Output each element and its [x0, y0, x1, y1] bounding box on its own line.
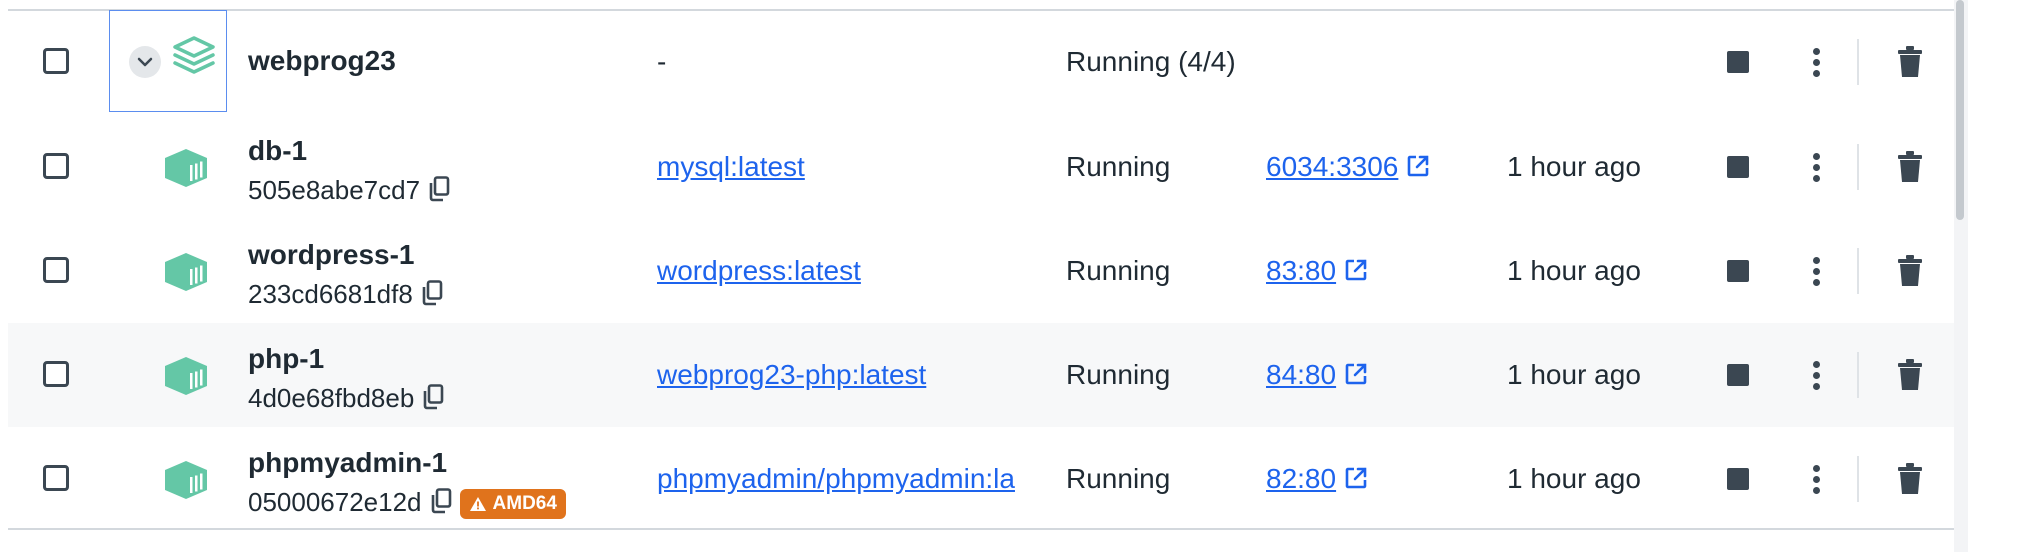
external-link-icon[interactable]: [1344, 361, 1368, 393]
trash-icon: [1898, 46, 1922, 77]
stop-button[interactable]: [1718, 355, 1758, 395]
stop-icon: [1727, 156, 1749, 178]
copy-icon[interactable]: [430, 487, 452, 521]
trash-icon: [1898, 463, 1922, 494]
stop-button[interactable]: [1718, 251, 1758, 291]
delete-button[interactable]: [1890, 355, 1930, 395]
stack-layers-icon: [172, 36, 216, 81]
container-id: 4d0e68fbd8eb: [248, 383, 415, 413]
container-id-line: 505e8abe7cd7: [248, 175, 450, 209]
architecture-badge-label: AMD64: [492, 493, 557, 515]
row-checkbox[interactable]: [43, 361, 69, 387]
port-link[interactable]: 6034:3306: [1266, 151, 1430, 185]
delete-button[interactable]: [1890, 459, 1930, 499]
container-row[interactable]: db-1 505e8abe7cd7 mysql:latest Running 6…: [8, 115, 1954, 219]
row-checkbox[interactable]: [43, 48, 69, 74]
more-actions-button[interactable]: [1796, 355, 1836, 395]
stop-button[interactable]: [1718, 147, 1758, 187]
image-link[interactable]: webprog23-php:latest: [657, 359, 1053, 391]
stop-button[interactable]: [1718, 459, 1758, 499]
port-link[interactable]: 83:80: [1266, 255, 1368, 289]
action-divider: [1857, 144, 1859, 190]
group-image: -: [657, 46, 667, 77]
scrollbar-thumb[interactable]: [1956, 0, 1964, 220]
container-row[interactable]: wordpress-1 233cd6681df8 wordpress:lates…: [8, 219, 1954, 323]
stop-icon: [1727, 260, 1749, 282]
trash-icon: [1898, 151, 1922, 182]
container-name[interactable]: wordpress-1: [248, 239, 415, 271]
container-id-line: 233cd6681df8: [248, 279, 443, 313]
port-link[interactable]: 82:80: [1266, 463, 1368, 497]
action-divider: [1857, 248, 1859, 294]
trash-icon: [1898, 255, 1922, 286]
more-actions-button[interactable]: [1796, 459, 1836, 499]
group-status: Running (4/4): [1066, 46, 1236, 77]
container-id: 05000672e12d: [248, 487, 422, 517]
stop-icon: [1727, 51, 1749, 73]
container-icon: [163, 148, 209, 193]
container-id: 233cd6681df8: [248, 279, 413, 309]
table-divider: [8, 528, 1954, 530]
container-row[interactable]: phpmyadmin-1 05000672e12d AMD64 phpmyadmi…: [8, 427, 1954, 531]
trash-icon: [1898, 359, 1922, 390]
stop-icon: [1727, 468, 1749, 490]
chevron-down-icon[interactable]: [129, 46, 161, 78]
more-actions-button[interactable]: [1796, 251, 1836, 291]
architecture-badge: AMD64: [459, 489, 566, 520]
copy-icon[interactable]: [421, 279, 443, 313]
started-time: 1 hour ago: [1507, 151, 1641, 182]
row-checkbox[interactable]: [43, 257, 69, 283]
container-icon: [163, 460, 209, 505]
container-status: Running: [1066, 463, 1171, 494]
action-divider: [1857, 352, 1859, 398]
more-actions-button[interactable]: [1796, 42, 1836, 82]
port-link[interactable]: 84:80: [1266, 359, 1368, 393]
container-row[interactable]: php-1 4d0e68fbd8eb webprog23-php:latest …: [8, 323, 1954, 427]
delete-button[interactable]: [1890, 251, 1930, 291]
image-link[interactable]: phpmyadmin/phpmyadmin:la: [657, 463, 1053, 495]
container-id-line: 05000672e12d AMD64: [248, 487, 566, 521]
container-status: Running: [1066, 255, 1171, 286]
container-name[interactable]: phpmyadmin-1: [248, 447, 447, 479]
image-link[interactable]: wordpress:latest: [657, 255, 1053, 287]
image-link[interactable]: mysql:latest: [657, 151, 1053, 183]
container-status: Running: [1066, 359, 1171, 390]
container-id-line: 4d0e68fbd8eb: [248, 383, 444, 417]
external-link-icon[interactable]: [1344, 465, 1368, 497]
delete-button[interactable]: [1890, 42, 1930, 82]
copy-icon[interactable]: [428, 175, 450, 209]
warning-icon: [469, 497, 486, 512]
more-actions-button[interactable]: [1796, 147, 1836, 187]
row-checkbox[interactable]: [43, 153, 69, 179]
container-icon: [163, 356, 209, 401]
external-link-icon[interactable]: [1344, 257, 1368, 289]
started-time: 1 hour ago: [1507, 463, 1641, 494]
delete-button[interactable]: [1890, 147, 1930, 187]
container-status: Running: [1066, 151, 1171, 182]
container-name[interactable]: php-1: [248, 343, 324, 375]
action-divider: [1857, 39, 1859, 85]
external-link-icon[interactable]: [1406, 153, 1430, 185]
started-time: 1 hour ago: [1507, 255, 1641, 286]
stop-button[interactable]: [1718, 42, 1758, 82]
stop-icon: [1727, 364, 1749, 386]
container-id: 505e8abe7cd7: [248, 175, 421, 205]
containers-table: webprog23 - Running (4/4) db-1 505e8abe7…: [8, 0, 1954, 552]
container-name[interactable]: db-1: [248, 135, 307, 167]
container-icon: [163, 252, 209, 297]
copy-icon[interactable]: [422, 383, 444, 417]
action-divider: [1857, 456, 1859, 502]
started-time: 1 hour ago: [1507, 359, 1641, 390]
group-name[interactable]: webprog23: [248, 45, 396, 77]
row-checkbox[interactable]: [43, 465, 69, 491]
